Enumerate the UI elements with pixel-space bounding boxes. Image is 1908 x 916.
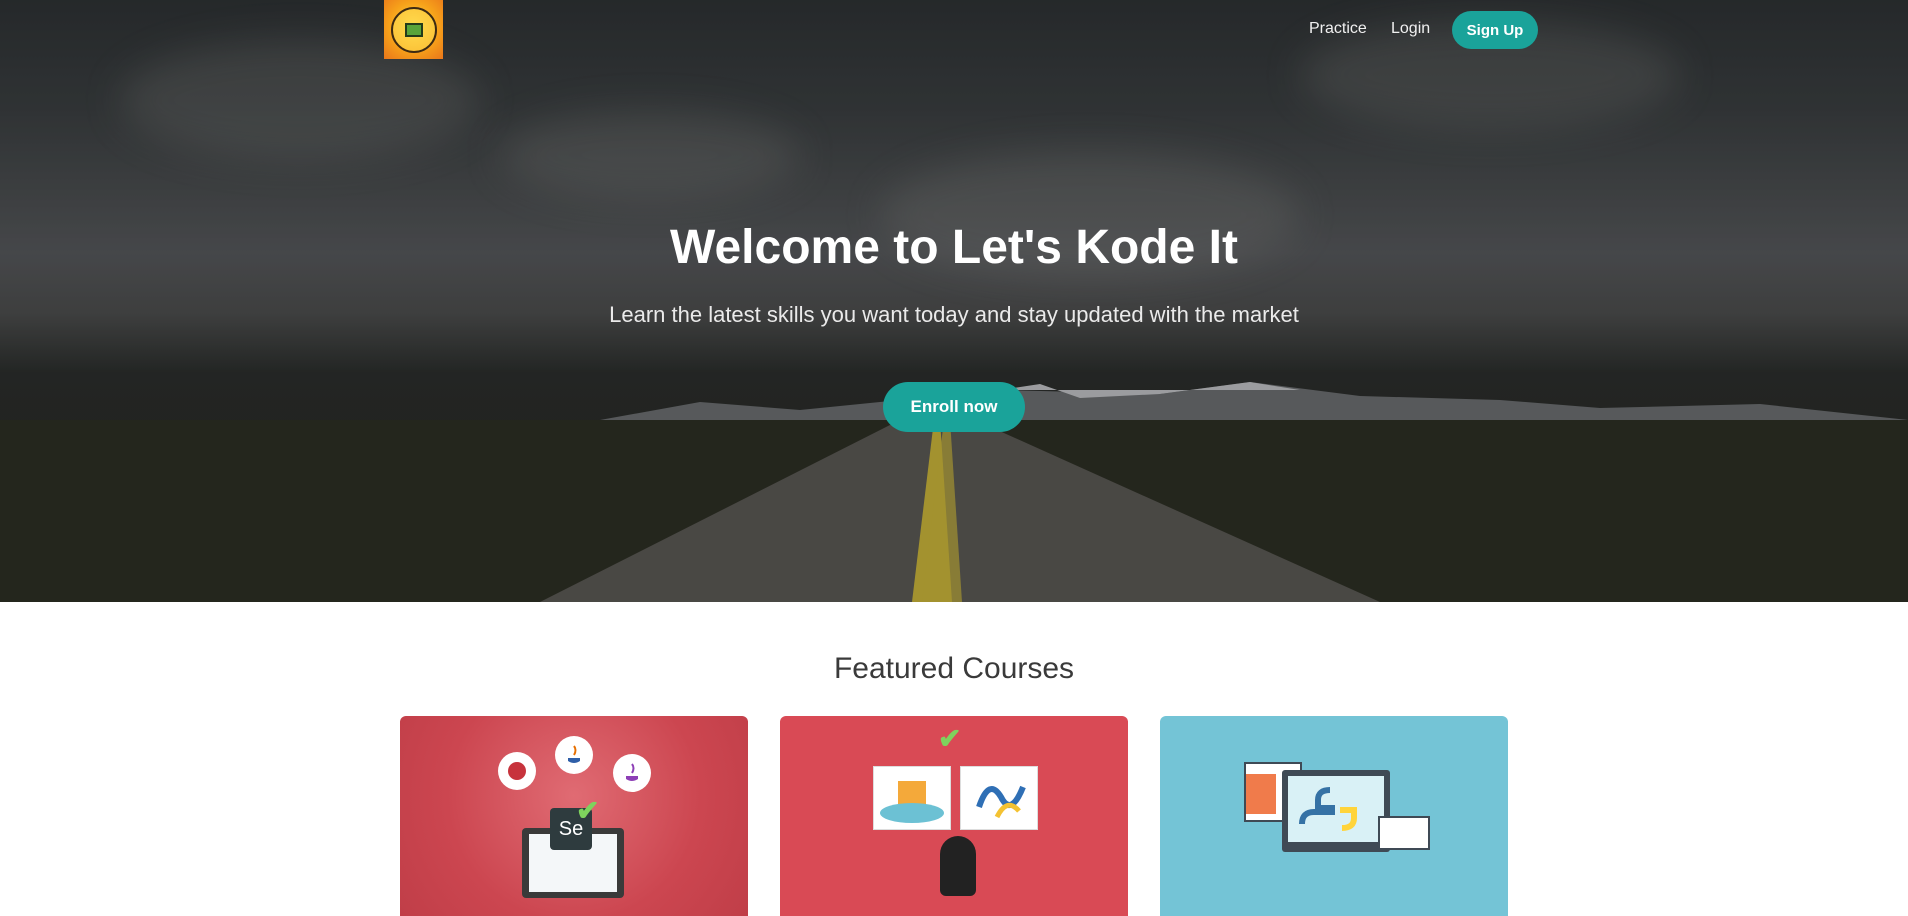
site-logo[interactable] [384, 0, 443, 59]
laptop-icon [404, 22, 423, 37]
signup-button[interactable]: Sign Up [1452, 11, 1538, 49]
course-card-selenium[interactable]: Se ✔ [400, 716, 748, 916]
course-card-web-services[interactable]: ✔ [780, 716, 1128, 916]
checkmark-icon: ✔ [938, 723, 962, 754]
checkmark-icon: ✔ [576, 795, 600, 826]
enroll-now-button[interactable]: Enroll now [883, 382, 1025, 432]
course-card-python[interactable] [1160, 716, 1508, 916]
monitor-icon [1282, 770, 1390, 852]
top-navigation: Practice Login Sign Up [0, 0, 1908, 62]
ruby-icon [498, 752, 536, 790]
server-panel-icon [873, 766, 951, 830]
hero-banner: Practice Login Sign Up Welcome to Let's … [0, 0, 1908, 602]
java-icon [555, 736, 593, 774]
logo-badge-icon [390, 6, 437, 53]
api-panel-icon [960, 766, 1038, 830]
java-icon [613, 754, 651, 792]
hero-overlay [0, 0, 1908, 602]
rss-document-icon [1378, 816, 1430, 850]
person-figure-icon [940, 836, 976, 896]
featured-courses-heading: Featured Courses [833, 652, 1075, 685]
monitor-screen [1288, 776, 1384, 842]
nav-practice-link[interactable]: Practice [1309, 20, 1367, 38]
hero-title: Welcome to Let's Kode It [670, 221, 1238, 274]
hero-subtitle: Learn the latest skills you want today a… [609, 302, 1299, 327]
nav-login-link[interactable]: Login [1391, 20, 1430, 38]
